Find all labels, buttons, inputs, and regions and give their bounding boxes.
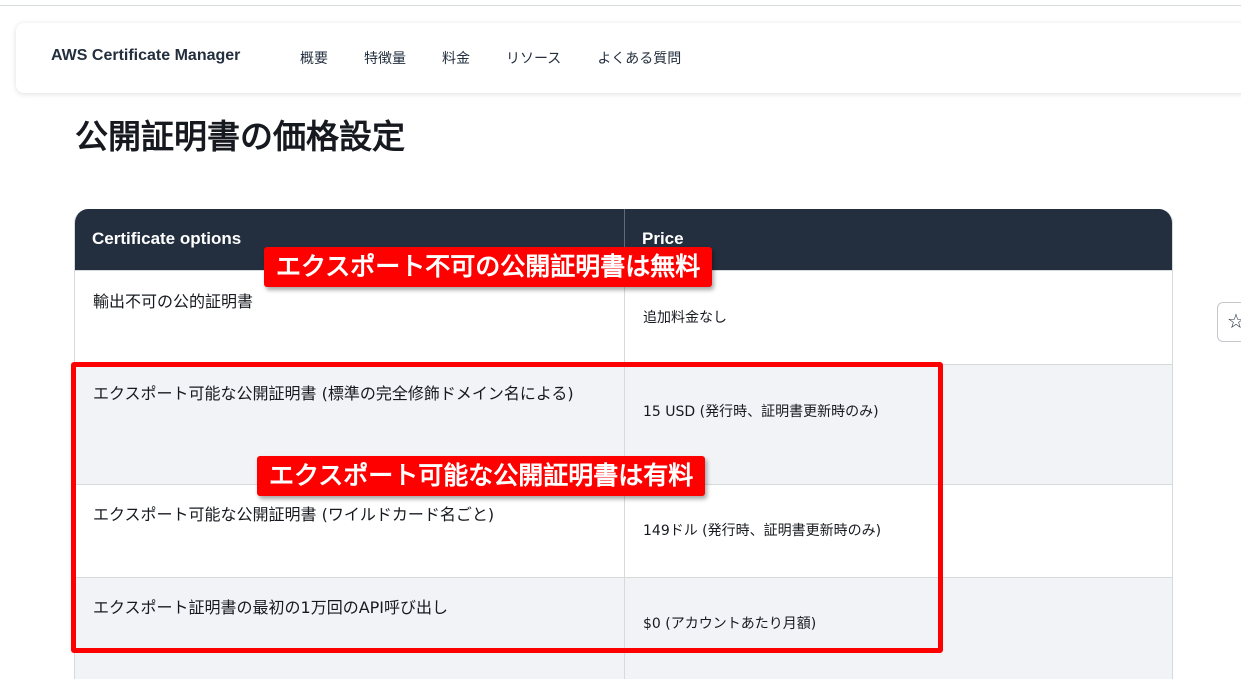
nav-links: 概要 特徴量 料金 リソース よくある質問: [300, 48, 681, 68]
nav-link-features[interactable]: 特徴量: [364, 48, 406, 68]
nav-link-faq[interactable]: よくある質問: [597, 48, 681, 68]
top-divider: [0, 5, 1241, 6]
nav-link-pricing[interactable]: 料金: [442, 48, 470, 68]
nav-link-overview[interactable]: 概要: [300, 48, 328, 68]
paid-options-highlight: [71, 362, 943, 653]
star-icon: ☆: [1227, 309, 1241, 333]
price-cell: 追加料金なし: [643, 310, 727, 326]
callout-free: エクスポート不可の公開証明書は無料: [264, 247, 713, 287]
option-cell: 輸出不可の公的証明書: [93, 292, 254, 311]
column-header-options: Certificate options: [92, 229, 242, 248]
favorite-button[interactable]: ☆: [1217, 302, 1241, 342]
nav-link-resources[interactable]: リソース: [506, 48, 561, 68]
column-header-price: Price: [642, 229, 684, 248]
callout-paid: エクスポート可能な公開証明書は有料: [257, 456, 706, 496]
brand-link[interactable]: AWS Certificate Manager: [51, 47, 240, 65]
top-navigation: AWS Certificate Manager 概要 特徴量 料金 リソース よ…: [16, 23, 1241, 93]
page-title: 公開証明書の価格設定: [75, 117, 405, 156]
